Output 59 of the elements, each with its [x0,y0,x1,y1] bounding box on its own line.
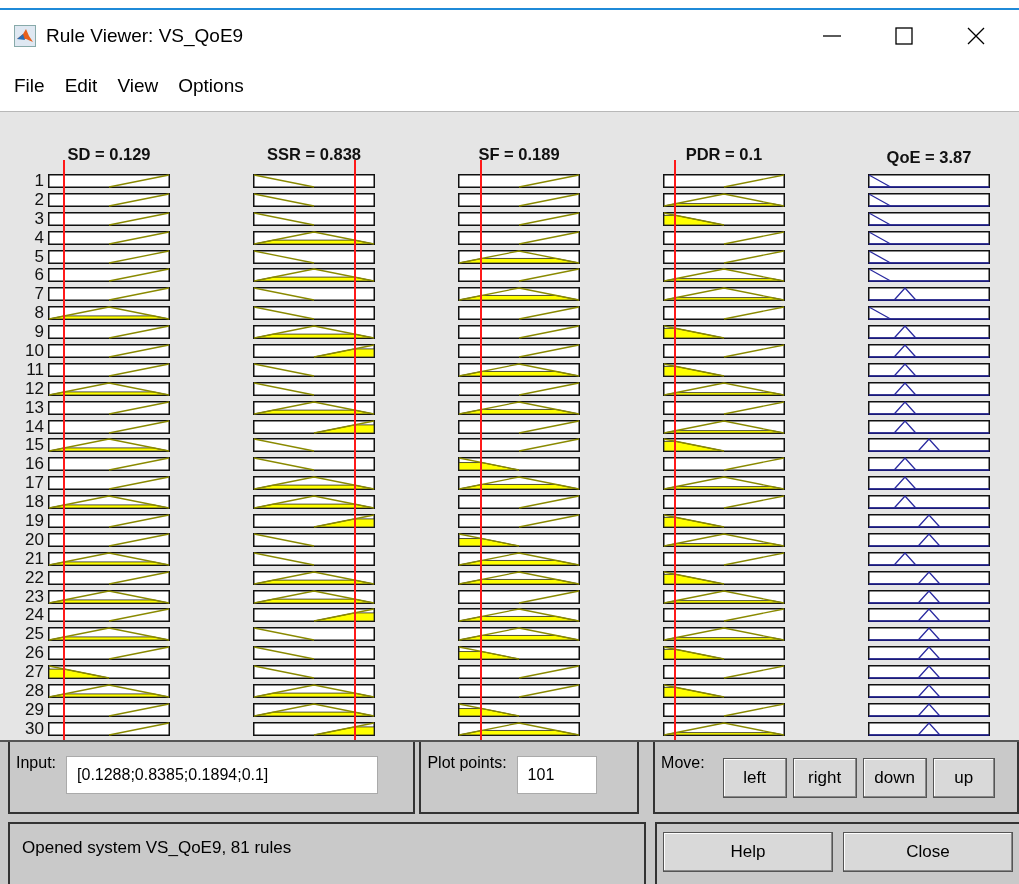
variable-label: SSR = 0.838 [266,144,362,165]
rule-number: 7 [33,285,45,305]
maximize-icon[interactable] [894,25,914,46]
rule-number: 11 [25,360,45,380]
rule-number: 27 [24,663,45,683]
rule-number: 19 [24,512,45,531]
rule-number: 5 [33,247,45,267]
rule-number: 21 [24,549,45,569]
rule-number: 29 [24,700,45,720]
move-button[interactable]: up [932,758,995,798]
rule-number: 18 [24,493,45,513]
rule-number: 30 [24,719,45,739]
dialog-button[interactable]: Close [843,832,1013,872]
variable-label: SF = 0.189 [477,144,561,165]
close-icon[interactable] [966,25,986,46]
plot-points-label: Plot points: [427,753,507,772]
input-value-line[interactable] [354,160,357,740]
move-label: Move: [661,753,705,772]
input-value-line[interactable] [62,160,65,740]
rule-number: 17 [24,474,45,494]
rule-number: 20 [24,530,45,550]
rule-number: 26 [24,644,45,664]
input-label: Input: [16,753,57,772]
rule-number: 9 [33,323,45,342]
variable-label: PDR = 0.1 [684,144,764,165]
rule-number: 2 [33,190,45,210]
rule-number: 25 [24,625,45,645]
rule-number: 4 [33,228,45,248]
rule-number: 14 [24,417,45,437]
rule-number: 13 [24,398,45,418]
rule-number: 6 [33,266,45,286]
dialog-button[interactable]: Help [663,832,833,872]
app-logo-icon [14,24,36,47]
variable-label: QoE = 3.87 [885,147,973,168]
status-message: Opened system VS_QoE9, 81 rules [8,822,646,884]
input-field[interactable]: [0.1288;0.8385;0.1894;0.1] [66,756,379,794]
move-button[interactable]: left [722,758,787,798]
move-button[interactable]: right [792,758,857,798]
rule-number: 3 [33,209,45,229]
menu-item[interactable]: Edit [54,75,108,98]
input-value-line[interactable] [480,160,483,740]
variable-label: SD = 0.129 [66,144,152,165]
move-button[interactable]: down [862,758,927,798]
rule-number: 24 [24,606,45,626]
rule-number: 12 [24,379,45,399]
rule-number: 23 [24,587,45,607]
menu-item[interactable]: File [4,75,55,98]
rule-number: 1 [33,172,45,191]
menu-item[interactable]: View [107,75,169,98]
rule-number: 15 [24,436,45,456]
menu-item[interactable]: Options [168,75,254,98]
plot-points-field[interactable]: 101 [516,756,597,794]
window-title: Rule Viewer: VS_QoE9 [46,24,245,47]
rule-number: 16 [24,455,45,475]
rule-number: 8 [33,304,45,324]
input-value-line[interactable] [674,160,677,740]
rule-number: 22 [24,568,45,588]
rule-number: 28 [24,682,45,701]
rule-number: 10 [24,342,45,361]
